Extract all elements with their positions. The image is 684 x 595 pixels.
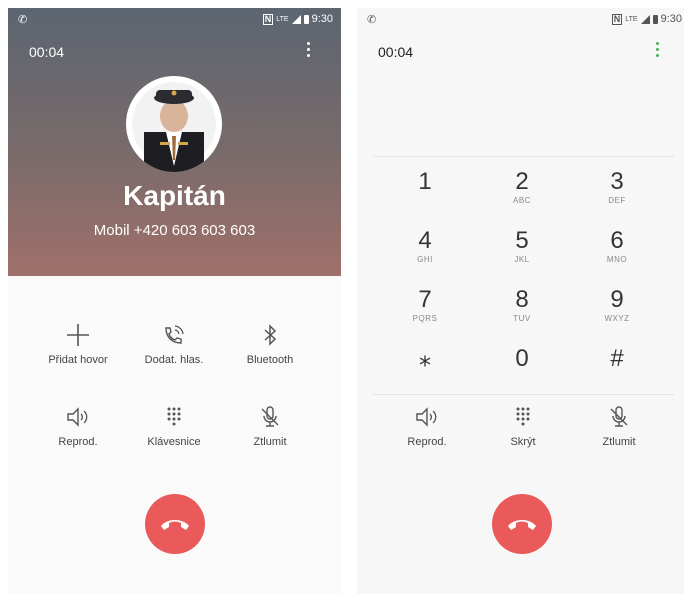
signal-icon <box>640 14 650 24</box>
key-5[interactable]: 5 JKL <box>477 227 567 265</box>
mute-label: Ztlumit <box>602 436 636 448</box>
keypad-label: Klávesnice <box>147 436 201 448</box>
mute-button[interactable]: Ztlumit <box>569 402 669 448</box>
status-time: 9:30 <box>311 13 333 25</box>
call-timer: 00:04 <box>378 44 414 60</box>
add-call-button[interactable]: Přidat hovor <box>28 320 128 366</box>
key-8[interactable]: 8 TUV <box>477 286 567 324</box>
more-options-icon[interactable] <box>656 42 660 60</box>
mute-button[interactable]: Ztlumit <box>220 402 320 448</box>
key-hash[interactable]: # <box>572 345 662 383</box>
phone-icon: ✆ <box>18 14 28 26</box>
divider <box>373 156 674 157</box>
end-call-button[interactable] <box>145 494 205 554</box>
contact-name: Kapitán <box>123 180 226 211</box>
nfc-icon: N <box>611 13 623 25</box>
end-call-button[interactable] <box>492 494 552 554</box>
key-9[interactable]: 9 WXYZ <box>572 286 662 324</box>
mute-label: Ztlumit <box>253 436 287 448</box>
mute-icon <box>220 402 320 432</box>
speaker-icon <box>377 402 477 432</box>
status-bar: ✆ N LTE 9:30 <box>8 8 341 34</box>
speaker-button[interactable]: Reprod. <box>377 402 477 448</box>
key-6[interactable]: 6 MNO <box>572 227 662 265</box>
speaker-button[interactable]: Reprod. <box>28 402 128 448</box>
end-call-icon <box>508 520 536 530</box>
key-2[interactable]: 2 ABC <box>477 168 567 206</box>
add-call-icon <box>28 320 128 350</box>
in-call-screen: ✆ N LTE 9:30 00:04 Kapitán Mobil +420 60… <box>8 8 341 594</box>
divider <box>373 394 674 395</box>
keypad-icon <box>473 402 573 432</box>
key-1[interactable]: 1 <box>380 168 470 206</box>
phone-icon: ✆ <box>367 14 377 26</box>
battery-icon <box>652 14 658 24</box>
speaker-label: Reprod. <box>407 436 447 448</box>
bluetooth-label: Bluetooth <box>246 354 294 366</box>
end-call-icon <box>161 520 189 530</box>
contact-number: Mobil +420 603 603 603 <box>93 222 256 239</box>
key-4[interactable]: 4 GHI <box>380 227 470 265</box>
battery-icon <box>303 14 309 24</box>
call-timer: 00:04 <box>29 44 65 60</box>
lte-label: LTE <box>276 15 289 23</box>
extra-volume-button[interactable]: Dodat. hlas. <box>124 320 224 366</box>
key-star[interactable]: ⁎ <box>380 345 470 383</box>
keypad-icon <box>124 402 224 432</box>
speaker-icon <box>28 402 128 432</box>
hide-keypad-button[interactable]: Skrýt <box>473 402 573 448</box>
bluetooth-icon <box>220 320 320 350</box>
extra-volume-label: Dodat. hlas. <box>144 354 204 366</box>
status-time: 9:30 <box>660 13 682 25</box>
more-options-icon[interactable] <box>307 42 311 60</box>
lte-label: LTE <box>625 15 638 23</box>
add-call-label: Přidat hovor <box>48 354 108 366</box>
bluetooth-button[interactable]: Bluetooth <box>220 320 320 366</box>
key-0[interactable]: 0 <box>477 345 567 383</box>
status-bar: ✆ N LTE 9:30 <box>357 8 684 34</box>
in-call-keypad-screen: ✆ N LTE 9:30 00:04 1 2 ABC 3 DEF 4 GHI 5 JKL… <box>357 8 684 594</box>
speaker-label: Reprod. <box>58 436 98 448</box>
caller-header: ✆ N LTE 9:30 00:04 Kapitán Mobil +420 60… <box>8 8 341 276</box>
nfc-icon: N <box>262 13 274 25</box>
keypad-button[interactable]: Klávesnice <box>124 402 224 448</box>
key-3[interactable]: 3 DEF <box>572 168 662 206</box>
signal-icon <box>291 14 301 24</box>
key-7[interactable]: 7 PQRS <box>380 286 470 324</box>
hide-keypad-label: Skrýt <box>510 436 536 448</box>
avatar <box>126 76 222 172</box>
extra-volume-icon <box>124 320 224 350</box>
mute-icon <box>569 402 669 432</box>
